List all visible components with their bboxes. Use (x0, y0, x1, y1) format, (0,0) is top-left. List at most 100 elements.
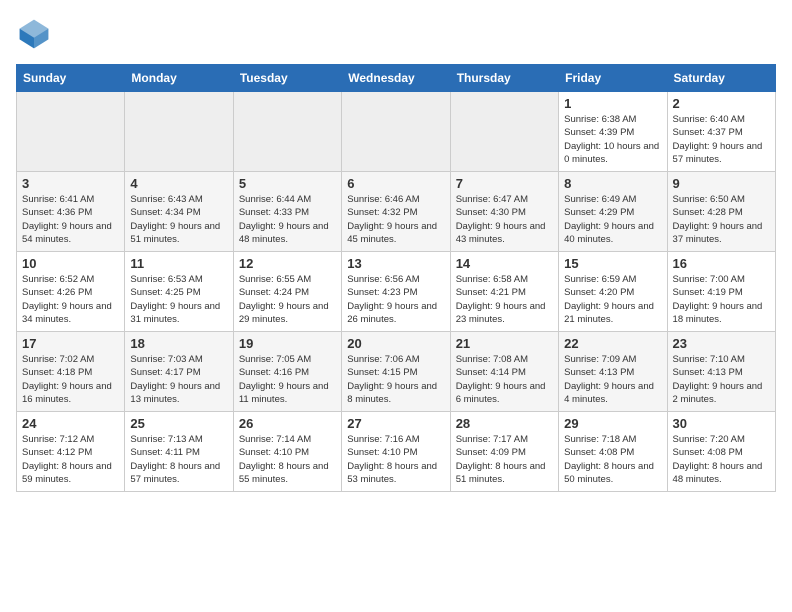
day-info: Sunrise: 6:43 AMSunset: 4:34 PMDaylight:… (130, 193, 227, 246)
day-number: 25 (130, 416, 227, 431)
day-cell: 29 Sunrise: 7:18 AMSunset: 4:08 PMDayligh… (559, 412, 667, 492)
day-info: Sunrise: 6:49 AMSunset: 4:29 PMDaylight:… (564, 193, 661, 246)
day-number: 5 (239, 176, 336, 191)
day-cell: 22 Sunrise: 7:09 AMSunset: 4:13 PMDayligh… (559, 332, 667, 412)
day-info: Sunrise: 7:03 AMSunset: 4:17 PMDaylight:… (130, 353, 227, 406)
col-header-thursday: Thursday (450, 65, 558, 92)
page-header (16, 16, 776, 52)
day-number: 15 (564, 256, 661, 271)
day-number: 8 (564, 176, 661, 191)
day-number: 3 (22, 176, 119, 191)
day-info: Sunrise: 7:09 AMSunset: 4:13 PMDaylight:… (564, 353, 661, 406)
day-number: 23 (673, 336, 770, 351)
col-header-friday: Friday (559, 65, 667, 92)
calendar-table: SundayMondayTuesdayWednesdayThursdayFrid… (16, 64, 776, 492)
day-info: Sunrise: 6:58 AMSunset: 4:21 PMDaylight:… (456, 273, 553, 326)
week-row-1: 1 Sunrise: 6:38 AMSunset: 4:39 PMDaylight… (17, 92, 776, 172)
day-cell (450, 92, 558, 172)
day-cell: 20 Sunrise: 7:06 AMSunset: 4:15 PMDayligh… (342, 332, 450, 412)
day-number: 2 (673, 96, 770, 111)
day-cell (342, 92, 450, 172)
col-header-tuesday: Tuesday (233, 65, 341, 92)
logo (16, 16, 56, 52)
day-cell: 12Sunrise: 6:55 AMSunset: 4:24 PMDayligh… (233, 252, 341, 332)
day-cell: 4 Sunrise: 6:43 AMSunset: 4:34 PMDaylight… (125, 172, 233, 252)
day-info: Sunrise: 6:56 AMSunset: 4:23 PMDaylight:… (347, 273, 444, 326)
day-number: 29 (564, 416, 661, 431)
col-header-sunday: Sunday (17, 65, 125, 92)
day-cell: 11 Sunrise: 6:53 AMSunset: 4:25 PMDayligh… (125, 252, 233, 332)
day-cell: 10 Sunrise: 6:52 AMSunset: 4:26 PMDayligh… (17, 252, 125, 332)
day-cell: 25 Sunrise: 7:13 AMSunset: 4:11 PMDayligh… (125, 412, 233, 492)
day-info: Sunrise: 7:17 AMSunset: 4:09 PMDaylight:… (456, 433, 553, 486)
day-cell: 14 Sunrise: 6:58 AMSunset: 4:21 PMDayligh… (450, 252, 558, 332)
day-info: Sunrise: 6:41 AMSunset: 4:36 PMDaylight:… (22, 193, 119, 246)
day-number: 11 (130, 256, 227, 271)
col-header-saturday: Saturday (667, 65, 775, 92)
day-number: 28 (456, 416, 553, 431)
day-cell: 13 Sunrise: 6:56 AMSunset: 4:23 PMDayligh… (342, 252, 450, 332)
day-info: Sunrise: 6:55 AMSunset: 4:24 PMDaylight:… (239, 273, 336, 326)
day-info: Sunrise: 7:10 AMSunset: 4:13 PMDaylight:… (673, 353, 770, 406)
day-cell: 8 Sunrise: 6:49 AMSunset: 4:29 PMDaylight… (559, 172, 667, 252)
week-row-4: 17 Sunrise: 7:02 AMSunset: 4:18 PMDayligh… (17, 332, 776, 412)
day-info: Sunrise: 6:44 AMSunset: 4:33 PMDaylight:… (239, 193, 336, 246)
day-cell: 7 Sunrise: 6:47 AMSunset: 4:30 PMDaylight… (450, 172, 558, 252)
day-cell: 9Sunrise: 6:50 AMSunset: 4:28 PMDaylight… (667, 172, 775, 252)
day-number: 17 (22, 336, 119, 351)
day-info: Sunrise: 7:12 AMSunset: 4:12 PMDaylight:… (22, 433, 119, 486)
day-cell: 17 Sunrise: 7:02 AMSunset: 4:18 PMDayligh… (17, 332, 125, 412)
week-row-2: 3 Sunrise: 6:41 AMSunset: 4:36 PMDaylight… (17, 172, 776, 252)
day-info: Sunrise: 6:47 AMSunset: 4:30 PMDaylight:… (456, 193, 553, 246)
day-number: 22 (564, 336, 661, 351)
calendar-header-row: SundayMondayTuesdayWednesdayThursdayFrid… (17, 65, 776, 92)
day-number: 16 (673, 256, 770, 271)
week-row-5: 24 Sunrise: 7:12 AMSunset: 4:12 PMDayligh… (17, 412, 776, 492)
day-info: Sunrise: 6:50 AMSunset: 4:28 PMDaylight:… (673, 193, 770, 246)
col-header-wednesday: Wednesday (342, 65, 450, 92)
day-info: Sunrise: 7:08 AMSunset: 4:14 PMDaylight:… (456, 353, 553, 406)
day-number: 24 (22, 416, 119, 431)
day-number: 4 (130, 176, 227, 191)
day-number: 7 (456, 176, 553, 191)
day-info: Sunrise: 6:38 AMSunset: 4:39 PMDaylight:… (564, 113, 661, 166)
day-info: Sunrise: 7:20 AMSunset: 4:08 PMDaylight:… (673, 433, 770, 486)
day-cell: 26Sunrise: 7:14 AMSunset: 4:10 PMDayligh… (233, 412, 341, 492)
day-number: 14 (456, 256, 553, 271)
day-number: 26 (239, 416, 336, 431)
day-cell (125, 92, 233, 172)
day-info: Sunrise: 7:02 AMSunset: 4:18 PMDaylight:… (22, 353, 119, 406)
day-info: Sunrise: 7:06 AMSunset: 4:15 PMDaylight:… (347, 353, 444, 406)
day-cell: 21 Sunrise: 7:08 AMSunset: 4:14 PMDayligh… (450, 332, 558, 412)
day-info: Sunrise: 7:16 AMSunset: 4:10 PMDaylight:… (347, 433, 444, 486)
day-cell: 24 Sunrise: 7:12 AMSunset: 4:12 PMDayligh… (17, 412, 125, 492)
day-info: Sunrise: 7:13 AMSunset: 4:11 PMDaylight:… (130, 433, 227, 486)
day-info: Sunrise: 7:05 AMSunset: 4:16 PMDaylight:… (239, 353, 336, 406)
logo-icon (16, 16, 52, 52)
col-header-monday: Monday (125, 65, 233, 92)
day-cell: 16 Sunrise: 7:00 AMSunset: 4:19 PMDayligh… (667, 252, 775, 332)
day-cell: 19 Sunrise: 7:05 AMSunset: 4:16 PMDayligh… (233, 332, 341, 412)
day-cell: 30Sunrise: 7:20 AMSunset: 4:08 PMDayligh… (667, 412, 775, 492)
day-number: 10 (22, 256, 119, 271)
day-cell (233, 92, 341, 172)
day-number: 27 (347, 416, 444, 431)
day-cell: 28 Sunrise: 7:17 AMSunset: 4:09 PMDayligh… (450, 412, 558, 492)
day-cell (17, 92, 125, 172)
day-info: Sunrise: 6:46 AMSunset: 4:32 PMDaylight:… (347, 193, 444, 246)
day-number: 1 (564, 96, 661, 111)
day-number: 21 (456, 336, 553, 351)
day-cell: 15Sunrise: 6:59 AMSunset: 4:20 PMDayligh… (559, 252, 667, 332)
day-info: Sunrise: 6:53 AMSunset: 4:25 PMDaylight:… (130, 273, 227, 326)
day-cell: 3 Sunrise: 6:41 AMSunset: 4:36 PMDaylight… (17, 172, 125, 252)
day-number: 6 (347, 176, 444, 191)
day-number: 19 (239, 336, 336, 351)
day-info: Sunrise: 7:18 AMSunset: 4:08 PMDaylight:… (564, 433, 661, 486)
day-info: Sunrise: 6:40 AMSunset: 4:37 PMDaylight:… (673, 113, 770, 166)
day-number: 20 (347, 336, 444, 351)
day-info: Sunrise: 6:52 AMSunset: 4:26 PMDaylight:… (22, 273, 119, 326)
day-number: 18 (130, 336, 227, 351)
day-info: Sunrise: 7:00 AMSunset: 4:19 PMDaylight:… (673, 273, 770, 326)
day-number: 13 (347, 256, 444, 271)
week-row-3: 10 Sunrise: 6:52 AMSunset: 4:26 PMDayligh… (17, 252, 776, 332)
